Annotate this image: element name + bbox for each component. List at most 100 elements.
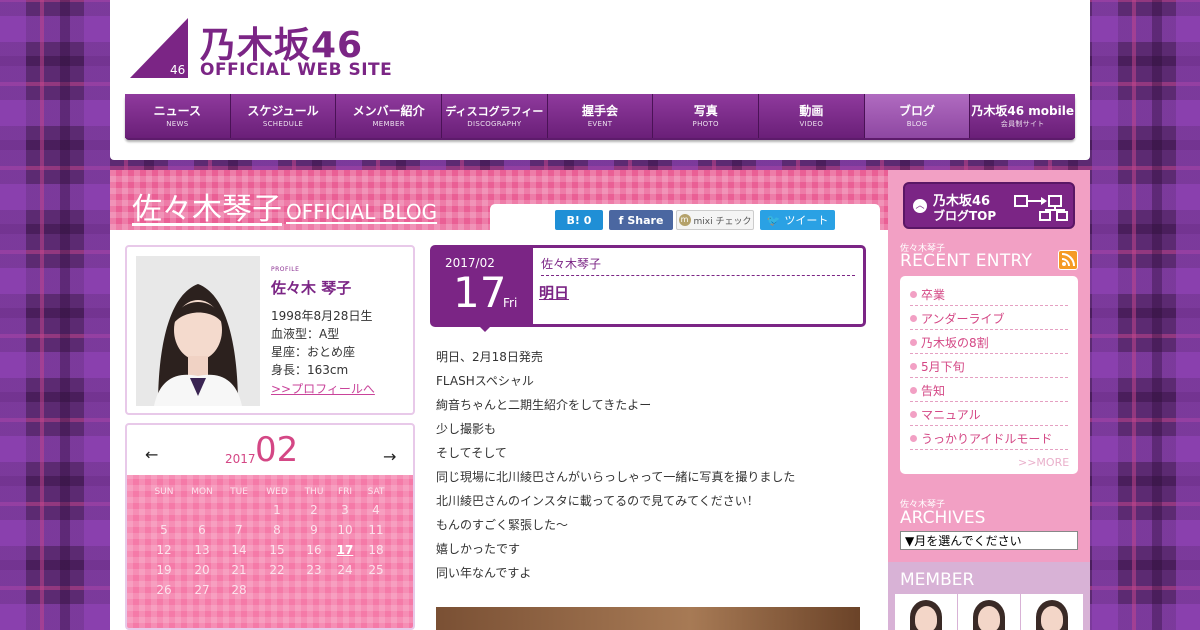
facebook-share-label: Share (627, 213, 664, 227)
entry-body-line: 絢音ちゃんと二期生紹介をしてきたよー (436, 398, 652, 412)
site-logo[interactable]: 46 乃木坂46 OFFICIAL WEB SITE (130, 18, 400, 82)
calendar-day: 5 (160, 523, 168, 537)
mixi-check-button[interactable]: m mixi チェック (676, 210, 754, 230)
calendar-day: 13 (194, 543, 210, 557)
calendar: ← 2017 02 → SUN MON TUE WED THU FRI SAT 1 2 3 4 5 6 7… (125, 423, 415, 630)
calendar-weekday: SUN (154, 487, 174, 497)
member-thumbnail[interactable] (895, 594, 957, 630)
nav-schedule[interactable]: スケジュール SCHEDULE (230, 94, 337, 138)
calendar-day: 11 (368, 523, 384, 537)
member-thumbnail[interactable] (958, 594, 1020, 630)
logo-badge: 46 (170, 63, 185, 77)
logo-triangle-icon: 46 (130, 18, 188, 78)
profile-birth: 1998年8月28日生 (271, 309, 373, 323)
entry-title[interactable]: 明日 (539, 282, 569, 303)
mixi-icon: m (678, 214, 691, 226)
calendar-header: ← 2017 02 → (127, 425, 413, 475)
nav-member[interactable]: メンバー紹介 MEMBER (336, 94, 443, 138)
entry-author: 佐々木琴子 (541, 255, 855, 276)
entry-body-line: 同じ現場に北川綾巴さんがいらっしゃって一緒に写真を撮りました (436, 470, 796, 484)
blog-title[interactable]: 佐々木琴子 OFFICIAL BLOG (132, 184, 437, 228)
calendar-day: 8 (273, 523, 281, 537)
member-title: MEMBER (900, 570, 975, 590)
entry-body-line: もんのすごく緊張した～ (436, 518, 569, 532)
entry-weekday: Fri (503, 296, 518, 310)
facebook-icon: f (618, 213, 624, 227)
calendar-next-arrow-icon[interactable]: → (383, 447, 396, 466)
profile-name: 佐々木 琴子 (271, 279, 352, 297)
profile-photo (136, 256, 260, 406)
recent-entry-list: 卒業 アンダーライブ 乃木坂の8割 5月下旬 告知 マニュアル うっかりアイドル… (900, 276, 1078, 474)
profile-link[interactable]: >>プロフィールへ (271, 380, 375, 397)
calendar-day: 4 (372, 503, 380, 517)
recent-entry-item[interactable]: マニュアル (910, 406, 1068, 426)
nav-discography[interactable]: ディスコグラフィー DISCOGRAPHY (442, 94, 548, 138)
calendar-day: 14 (231, 543, 247, 557)
calendar-weekday: WED (266, 487, 288, 497)
blog-name: 佐々木琴子 (132, 192, 282, 227)
calendar-day: 6 (198, 523, 206, 537)
blog-top-label-2: ブログTOP (933, 209, 997, 223)
recent-entry-item[interactable]: うっかりアイドルモード (910, 430, 1068, 450)
archives-month-select[interactable]: ▼月を選んでください (900, 531, 1078, 550)
nav-mobile[interactable]: 乃木坂46 mobile 会員制サイト (970, 94, 1076, 138)
profile-card: PROFILE 佐々木 琴子 1998年8月28日生 血液型：A型 星座：おとめ… (125, 245, 415, 415)
chevron-up-icon: ︿ (913, 199, 927, 213)
calendar-day: 1 (273, 503, 281, 517)
nav-photo[interactable]: 写真 PHOTO (653, 94, 760, 138)
tweet-button[interactable]: 🐦 ツイート (760, 210, 835, 230)
recent-entry-item[interactable]: 5月下旬 (910, 358, 1068, 378)
calendar-weekday: MON (191, 487, 213, 497)
archives-title: ARCHIVES (900, 508, 986, 528)
logo-text-en: OFFICIAL WEB SITE (200, 60, 393, 80)
profile-blood: 血液型：A型 (271, 327, 340, 341)
calendar-day: 28 (231, 583, 247, 597)
nav-video[interactable]: 動画 VIDEO (759, 94, 865, 138)
recent-entry-item[interactable]: 乃木坂の8割 (910, 334, 1068, 354)
calendar-weekday: TUE (230, 487, 248, 497)
blog-tree-icon (1014, 195, 1068, 221)
entry-body-line: 明日、2月18日発売 (436, 350, 543, 364)
entry-body-line: そしてそして (436, 446, 507, 460)
entry-date-box: 2017/02 17 Fri (433, 248, 533, 332)
recent-entry-item[interactable]: 告知 (910, 382, 1068, 402)
blog-top-button[interactable]: ︿ 乃木坂46 ブログTOP (903, 182, 1075, 229)
member-thumbnail[interactable] (1021, 594, 1083, 630)
entry-body-line: 同い年なんですよ (436, 566, 532, 580)
recent-entry-title: RECENT ENTRY (900, 251, 1033, 271)
date-pointer-icon (477, 324, 493, 332)
blog-main: 佐々木琴子 OFFICIAL BLOG B! 0 f Share m mixi チェッ… (110, 170, 888, 630)
twitter-icon: 🐦 (766, 213, 781, 227)
nav-news[interactable]: ニュース NEWS (125, 94, 231, 138)
sidebar: ︿ 乃木坂46 ブログTOP 佐々木琴子 RECENT ENTRY 卒業 アンダ… (888, 170, 1090, 630)
calendar-day: 26 (156, 583, 172, 597)
entry-body-line: 北川綾巴さんのインスタに載ってるので見てみてください！ (436, 494, 759, 508)
entry-body-line: FLASHスペシャル (436, 374, 534, 388)
global-nav: ニュース NEWS スケジュール SCHEDULE メンバー紹介 MEMBER ディス… (125, 94, 1076, 140)
calendar-day: 21 (231, 563, 247, 577)
profile-sign: 星座：おとめ座 (271, 345, 356, 359)
calendar-day: 18 (368, 543, 384, 557)
site-header: 46 乃木坂46 OFFICIAL WEB SITE ニュース NEWS スケジュ… (110, 0, 1090, 160)
profile-portrait-icon (136, 256, 260, 406)
facebook-share-button[interactable]: f Share (609, 210, 673, 230)
mixi-label: mixi チェック (693, 216, 752, 227)
recent-entry-item[interactable]: アンダーライブ (910, 310, 1068, 330)
recent-entry-item[interactable]: 卒業 (910, 286, 1068, 306)
calendar-grid: SUN MON TUE WED THU FRI SAT 1 2 3 4 5 6 7 8 9 10 11 12 13 14… (127, 475, 413, 628)
blog-subtitle: OFFICIAL BLOG (286, 200, 438, 224)
calendar-day: 22 (269, 563, 285, 577)
calendar-day: 19 (156, 563, 172, 577)
more-link[interactable]: >>MORE (1018, 456, 1069, 469)
hatena-bookmark-button[interactable]: B! 0 (555, 210, 603, 230)
nav-event[interactable]: 握手会 EVENT (547, 94, 654, 138)
entry-body-line: 嬉しかったです (436, 542, 521, 556)
nav-blog[interactable]: ブログ BLOG (864, 94, 971, 138)
calendar-prev-arrow-icon[interactable]: ← (145, 445, 158, 464)
calendar-day: 7 (235, 523, 243, 537)
rss-icon[interactable] (1058, 250, 1078, 270)
calendar-day: 12 (156, 543, 172, 557)
entry-day: 17 (453, 268, 507, 317)
calendar-day: 25 (368, 563, 384, 577)
calendar-weekday: SAT (367, 487, 385, 497)
